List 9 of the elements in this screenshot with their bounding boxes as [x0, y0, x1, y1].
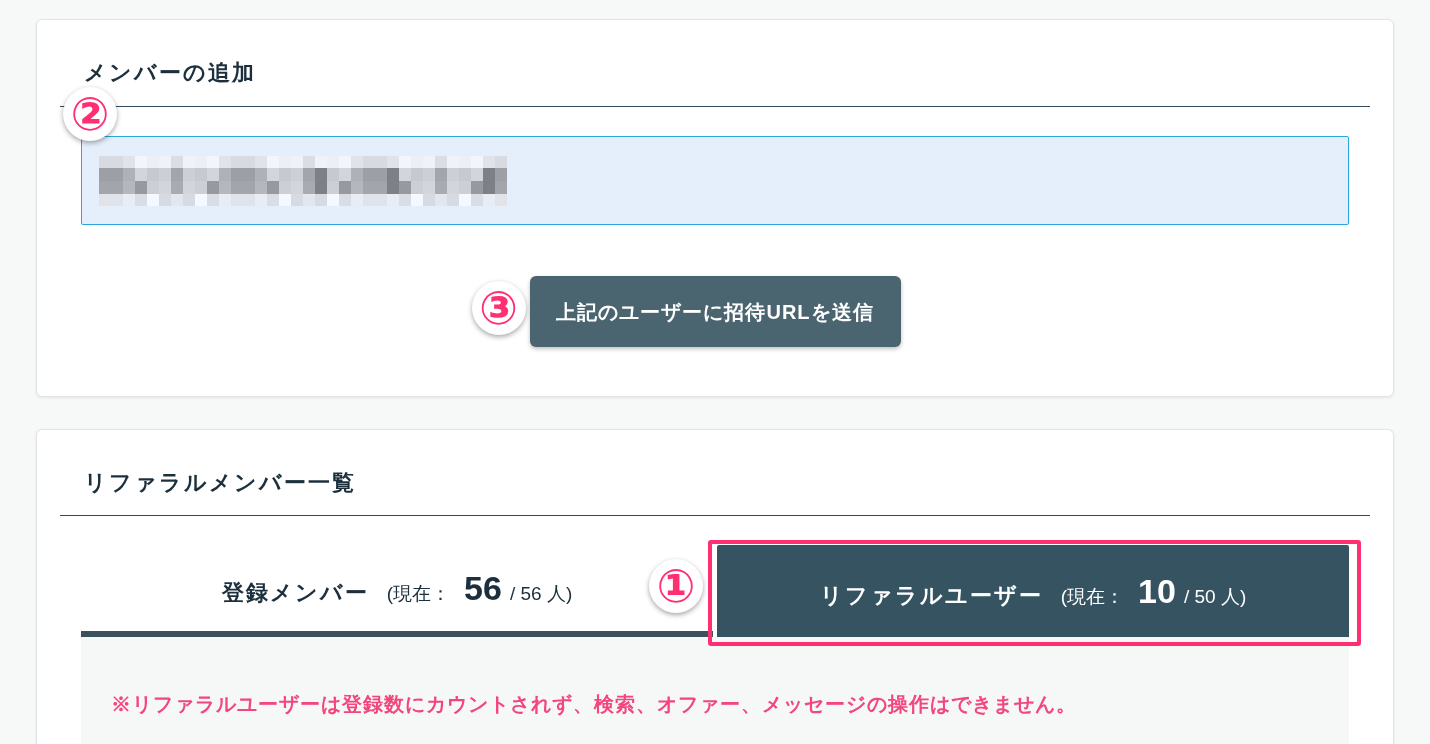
circled-number: ①	[649, 559, 703, 613]
tab[interactable]: リファラルユーザー (現在： 10 / 50 人)	[717, 545, 1349, 637]
email-input-field[interactable]	[81, 136, 1349, 225]
notice-text: ※リファラルユーザーは登録数にカウントされず、検索、オファー、メッセージの操作はできません。	[111, 692, 1078, 717]
circled-number: ③	[471, 281, 526, 335]
section-title: メンバーの追加	[84, 61, 256, 85]
circled-number: ②	[63, 87, 117, 141]
send-invite-button[interactable]: 上記のユーザーに招待URLを送信	[529, 276, 901, 347]
section-title: リファラルメンバー一覧	[84, 471, 356, 495]
